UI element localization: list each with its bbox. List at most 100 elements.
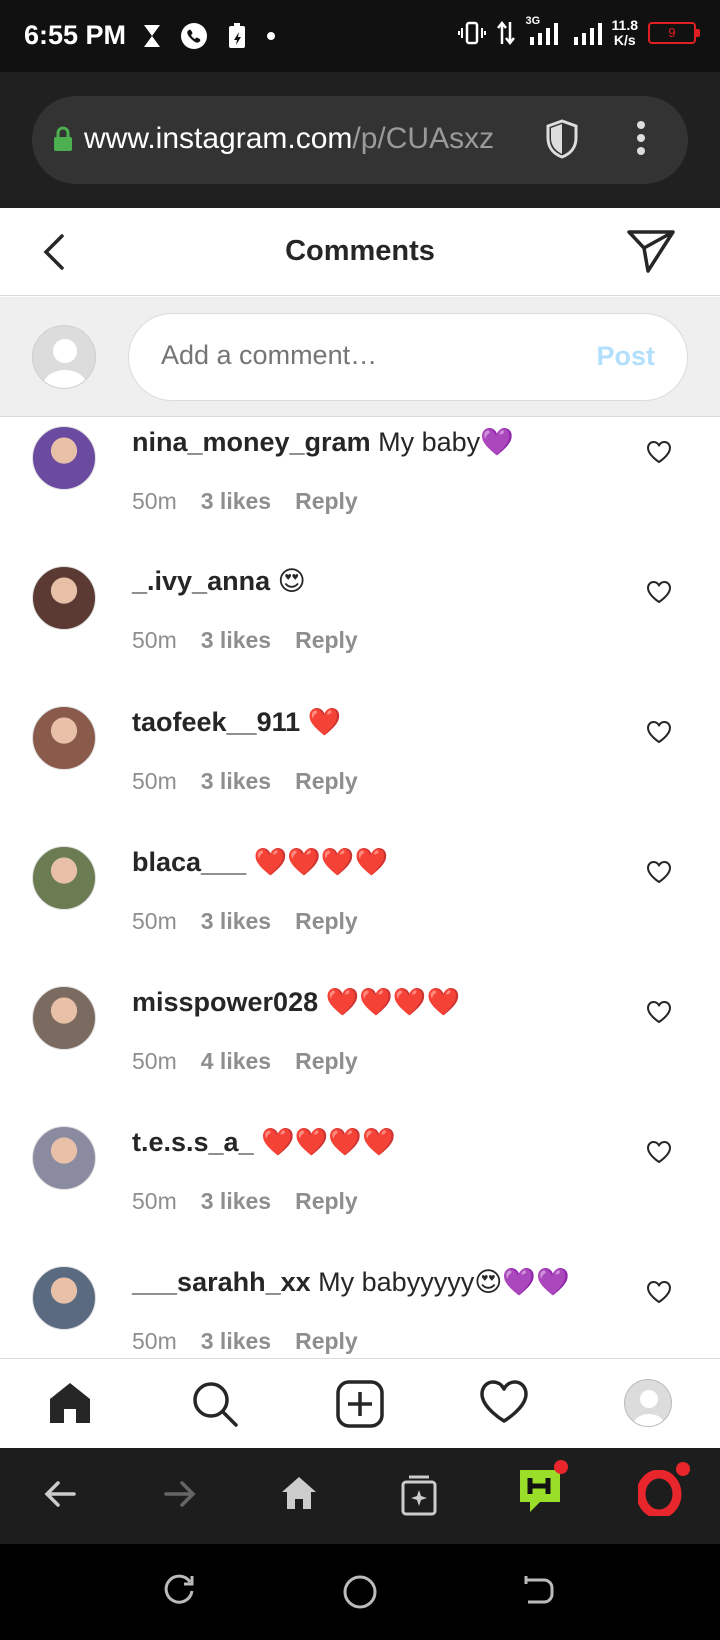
reply-button[interactable]: Reply	[295, 768, 358, 795]
like-heart-icon[interactable]	[646, 860, 672, 884]
comment-meta: 50m 3 likes Reply	[132, 488, 632, 515]
comment-row: _.ivy_anna 😍 50m 3 likes Reply	[0, 558, 720, 698]
comment-body: taofeek__911 ❤️ 50m 3 likes Reply	[132, 706, 632, 795]
comment-likes[interactable]: 4 likes	[201, 1048, 271, 1075]
comments-list: nina_money_gram My baby💜 50m 3 likes Reply _…	[0, 418, 720, 1358]
comment-field[interactable]: Post	[128, 313, 688, 401]
comment-likes[interactable]: 3 likes	[201, 908, 271, 935]
network-speed: 11.8 K/s	[612, 18, 638, 48]
comment-username[interactable]: _.ivy_anna	[132, 566, 270, 596]
page-title: Comments	[285, 235, 435, 267]
reply-button[interactable]: Reply	[295, 627, 358, 654]
url-path: /p/CUAsxz	[352, 122, 495, 155]
opera-menu-button[interactable]	[636, 1462, 690, 1522]
avatar[interactable]	[32, 1266, 96, 1330]
comment-text: My babyyyyy😍💜💜	[318, 1267, 570, 1297]
comment-likes[interactable]: 3 likes	[201, 1328, 271, 1355]
activity-heart-icon[interactable]	[479, 1379, 529, 1425]
new-post-icon[interactable]	[335, 1379, 385, 1429]
like-heart-icon[interactable]	[646, 440, 672, 464]
comment-username[interactable]: taofeek__911	[132, 707, 300, 737]
comment-time: 50m	[132, 768, 177, 794]
home-icon[interactable]	[46, 1379, 94, 1427]
comment-username[interactable]: ___sarahh_xx	[132, 1267, 311, 1297]
comment-text: My baby💜	[378, 427, 514, 457]
reply-button[interactable]: Reply	[295, 1048, 358, 1075]
more-vert-icon[interactable]	[636, 120, 646, 156]
comment-likes[interactable]: 3 likes	[201, 768, 271, 795]
comment-row: ___sarahh_xx My babyyyyy😍💜💜 50m 3 likes Rep…	[0, 1258, 720, 1358]
like-heart-icon[interactable]	[646, 1000, 672, 1024]
comment-meta: 50m 3 likes Reply	[132, 908, 632, 935]
comment-username[interactable]: t.e.s.s_a_	[132, 1127, 254, 1157]
recents-icon[interactable]	[164, 1574, 196, 1608]
comment-meta: 50m 3 likes Reply	[132, 1188, 632, 1215]
search-icon[interactable]	[190, 1379, 240, 1429]
reply-button[interactable]: Reply	[295, 1188, 358, 1215]
comment-meta: 50m 3 likes Reply	[132, 1328, 632, 1355]
reply-button[interactable]: Reply	[295, 488, 358, 515]
default-avatar-icon	[43, 339, 87, 388]
comment-likes[interactable]: 3 likes	[201, 488, 271, 515]
status-icons-left	[142, 22, 276, 50]
post-button[interactable]: Post	[596, 341, 655, 372]
system-back-icon[interactable]	[522, 1574, 554, 1608]
tabs-icon[interactable]	[400, 1474, 438, 1516]
shield-icon[interactable]	[544, 118, 580, 160]
vibrate-icon	[457, 21, 486, 45]
like-heart-icon[interactable]	[646, 1140, 672, 1164]
battery-saver-icon	[229, 23, 245, 48]
like-heart-icon[interactable]	[646, 580, 672, 604]
profile-avatar-icon[interactable]	[624, 1379, 672, 1427]
games-hub-button[interactable]	[518, 1460, 568, 1520]
address-bar[interactable]: www.instagram.com/p/CUAsxz	[32, 96, 688, 184]
comment-input[interactable]	[161, 340, 561, 371]
status-bar: 6:55 PM 3G 11.8 K/s 9	[0, 0, 720, 72]
comment-username[interactable]: blaca___	[132, 847, 246, 877]
like-heart-icon[interactable]	[646, 1280, 672, 1304]
profile-silhouette-icon	[633, 1390, 665, 1426]
signal-3g: 3G	[526, 15, 562, 47]
system-nav-bar	[0, 1544, 720, 1640]
url-text[interactable]: www.instagram.com/p/CUAsxz	[84, 122, 559, 156]
comment-time: 50m	[132, 488, 177, 514]
comment-text-line: t.e.s.s_a_ ❤️❤️❤️❤️	[132, 1126, 632, 1158]
home-circle-icon[interactable]	[342, 1574, 378, 1610]
send-icon[interactable]	[626, 228, 676, 274]
comment-body: _.ivy_anna 😍 50m 3 likes Reply	[132, 566, 632, 654]
speed-value: 11.8	[611, 17, 638, 33]
browser-bottom-bar	[0, 1448, 720, 1544]
avatar[interactable]	[32, 986, 96, 1050]
comment-text: ❤️❤️❤️❤️	[325, 987, 461, 1017]
avatar[interactable]	[32, 426, 96, 490]
comment-time: 50m	[132, 1188, 177, 1214]
avatar[interactable]	[32, 1126, 96, 1190]
comment-likes[interactable]: 3 likes	[201, 1188, 271, 1215]
comment-text-line: taofeek__911 ❤️	[132, 706, 632, 738]
comment-body: misspower028 ❤️❤️❤️❤️ 50m 4 likes Reply	[132, 986, 632, 1075]
comment-username[interactable]: misspower028	[132, 987, 318, 1017]
comment-time: 50m	[132, 1048, 177, 1074]
signal-icon	[529, 23, 558, 45]
comment-username[interactable]: nina_money_gram	[132, 427, 371, 457]
browser-back-icon[interactable]	[42, 1474, 78, 1514]
comment-row: nina_money_gram My baby💜 50m 3 likes Reply	[0, 418, 720, 558]
status-time: 6:55 PM	[24, 20, 127, 50]
reply-button[interactable]: Reply	[295, 908, 358, 935]
comment-text: ❤️❤️❤️❤️	[253, 847, 389, 877]
avatar[interactable]	[32, 566, 96, 630]
browser-home-icon[interactable]	[280, 1474, 318, 1512]
screen: 6:55 PM 3G 11.8 K/s 9 www.instagram.com/…	[0, 0, 720, 1640]
comment-likes[interactable]: 3 likes	[201, 627, 271, 654]
avatar[interactable]	[32, 846, 96, 910]
status-icons-right: 3G 11.8 K/s 9	[457, 15, 700, 48]
like-heart-icon[interactable]	[646, 720, 672, 744]
avatar[interactable]	[32, 706, 96, 770]
comment-text-line: nina_money_gram My baby💜	[132, 426, 632, 458]
comment-text: ❤️❤️❤️❤️	[261, 1127, 396, 1157]
reply-button[interactable]: Reply	[295, 1328, 358, 1355]
comment-row: misspower028 ❤️❤️❤️❤️ 50m 4 likes Reply	[0, 978, 720, 1118]
browser-toolbar: www.instagram.com/p/CUAsxz	[0, 72, 720, 208]
comment-meta: 50m 4 likes Reply	[132, 1048, 632, 1075]
browser-forward-icon[interactable]	[162, 1474, 198, 1514]
